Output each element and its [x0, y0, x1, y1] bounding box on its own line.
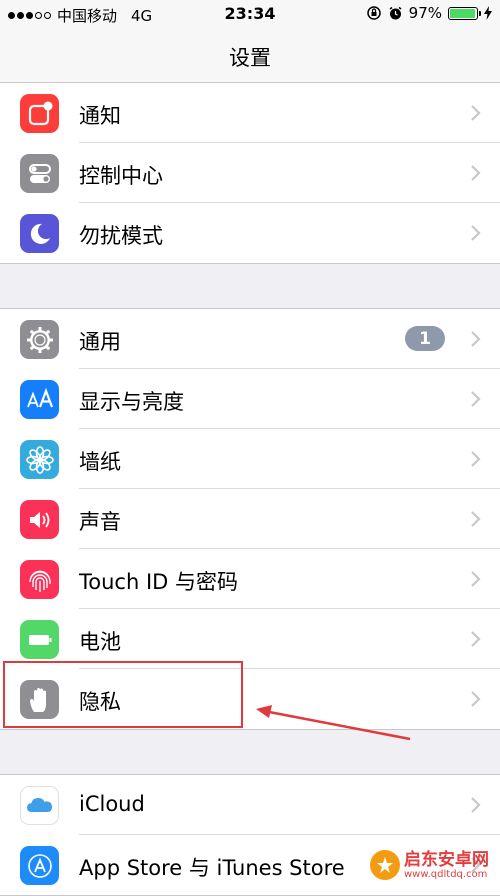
row-label: 电池: [79, 630, 121, 654]
chevron-right-icon: [471, 691, 481, 707]
settings-row-do-not-disturb[interactable]: 勿扰模式: [0, 203, 500, 263]
speaker-icon: [20, 500, 59, 539]
notifications-icon: [20, 94, 59, 133]
display-brightness-icon: [20, 380, 59, 419]
settings-row-icloud[interactable]: iCloud: [0, 775, 500, 835]
wallpaper-icon: [20, 440, 59, 479]
settings-row-general[interactable]: 通用 1: [0, 309, 500, 369]
annotation-highlight-box: [3, 661, 243, 728]
settings-row-sounds[interactable]: 声音: [0, 489, 500, 549]
watermark: 启东安卓网 www.qdltdq.com: [370, 850, 489, 880]
charging-bolt-icon: [484, 6, 492, 20]
row-label: App Store 与 iTunes Store: [79, 856, 345, 880]
chevron-right-icon: [471, 225, 481, 241]
watermark-name: 启东安卓网: [404, 849, 489, 870]
chevron-right-icon: [471, 165, 481, 181]
watermark-url: www.qdltdq.com: [404, 868, 488, 880]
chevron-right-icon: [471, 797, 481, 813]
row-label: 控制中心: [79, 164, 163, 188]
battery-percent: 97%: [408, 4, 442, 22]
status-right: 97%: [366, 4, 492, 22]
settings-row-control-center[interactable]: 控制中心: [0, 143, 500, 203]
settings-group-1: 通知 控制中心 勿扰模式: [0, 82, 500, 264]
row-label: iCloud: [79, 792, 145, 816]
app-store-icon: [20, 846, 59, 885]
settings-row-battery[interactable]: 电池: [0, 609, 500, 669]
icloud-icon: [20, 786, 59, 825]
settings-row-notifications[interactable]: 通知: [0, 83, 500, 143]
row-label: 墙纸: [79, 450, 121, 474]
row-label: 通用: [79, 330, 121, 354]
chevron-right-icon: [471, 571, 481, 587]
row-label: 勿扰模式: [79, 224, 163, 248]
battery-indicator-icon: [448, 6, 481, 20]
page-title: 设置: [229, 46, 271, 70]
row-label: 显示与亮度: [79, 390, 184, 414]
chevron-right-icon: [471, 105, 481, 121]
chevron-right-icon: [471, 331, 481, 347]
chevron-right-icon: [471, 511, 481, 527]
chevron-right-icon: [471, 391, 481, 407]
settings-row-wallpaper[interactable]: 墙纸: [0, 429, 500, 489]
chevron-right-icon: [471, 451, 481, 467]
battery-icon: [20, 620, 59, 659]
chevron-right-icon: [471, 631, 481, 647]
moon-icon: [20, 214, 59, 253]
row-label: 通知: [79, 104, 121, 128]
settings-row-touch-id-passcode[interactable]: Touch ID 与密码: [0, 549, 500, 609]
gear-icon: [20, 320, 59, 359]
alarm-icon: [389, 6, 402, 19]
control-center-icon: [20, 154, 59, 193]
row-label: Touch ID 与密码: [79, 570, 238, 594]
annotation-arrow: [256, 705, 411, 741]
navigation-bar: 设置: [0, 28, 500, 86]
status-bar: 中国移动 4G 23:34 97%: [0, 0, 500, 28]
fingerprint-icon: [20, 560, 59, 599]
watermark-logo-icon: [370, 850, 400, 880]
row-label: 声音: [79, 510, 121, 534]
settings-row-display-brightness[interactable]: 显示与亮度: [0, 369, 500, 429]
orientation-lock-icon: [366, 6, 381, 20]
update-badge: 1: [405, 326, 445, 351]
